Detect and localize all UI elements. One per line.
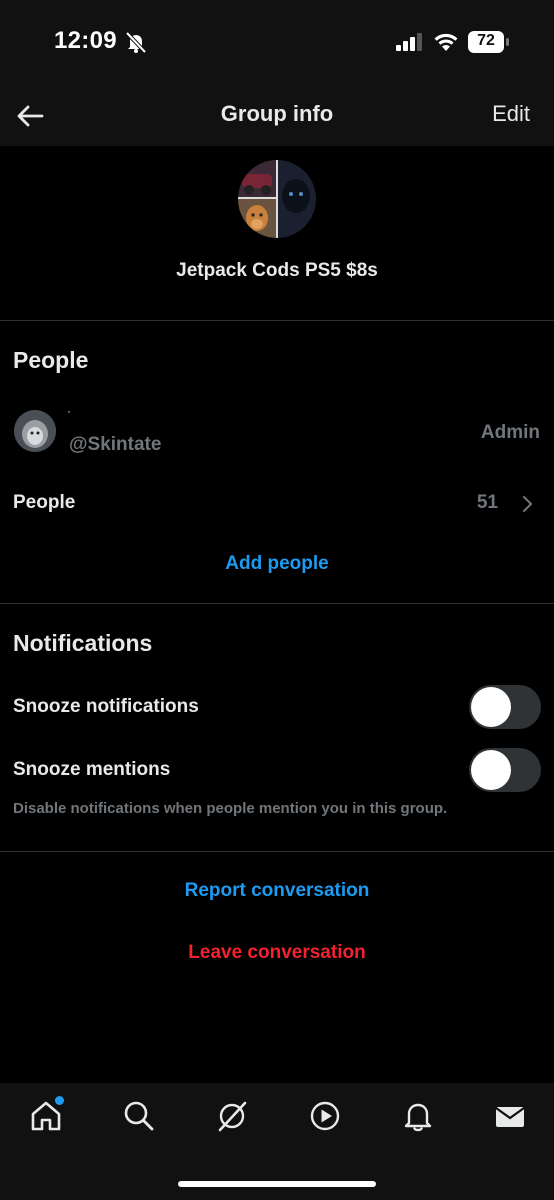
member-avatar-image: [14, 410, 56, 452]
divider: [0, 320, 554, 321]
bell-off-icon: [125, 31, 147, 54]
toggle-knob: [471, 687, 511, 727]
people-section-title: People: [13, 347, 89, 373]
report-conversation-button[interactable]: Report conversation: [0, 880, 554, 902]
snooze-notifications-label: Snooze notifications: [13, 696, 199, 717]
toggle-knob: [471, 750, 511, 790]
play-icon[interactable]: [308, 1099, 342, 1133]
people-row-label: People: [13, 492, 76, 513]
home-indicator[interactable]: [178, 1181, 376, 1187]
member-avatar[interactable]: [14, 410, 56, 452]
group-name: Jetpack Cods PS5 $8s: [176, 260, 378, 281]
leave-conversation-button[interactable]: Leave conversation: [0, 942, 554, 964]
wifi-icon: [434, 33, 458, 51]
divider: [0, 851, 554, 852]
battery-level: 72: [477, 32, 495, 49]
member-handle: @Skintate: [69, 434, 162, 455]
status-bar: 12:09 72: [0, 0, 554, 84]
member-name: ·: [67, 404, 71, 418]
snooze-notifications-toggle[interactable]: [469, 685, 541, 729]
nav-bar: Group info Edit: [0, 84, 554, 146]
grok-icon[interactable]: [215, 1099, 249, 1133]
edit-button[interactable]: Edit: [492, 101, 530, 127]
signal-icon: [396, 33, 422, 51]
snooze-mentions-toggle[interactable]: [469, 748, 541, 792]
mail-icon[interactable]: [493, 1099, 527, 1133]
group-avatar-collage: [238, 160, 316, 238]
search-icon[interactable]: [122, 1099, 156, 1133]
bell-icon[interactable]: [401, 1099, 435, 1133]
add-people-button[interactable]: Add people: [0, 553, 554, 575]
snooze-mentions-hint: Disable notifications when people mentio…: [13, 800, 448, 817]
home-notification-dot: [55, 1096, 64, 1105]
people-count: 51: [476, 492, 498, 513]
divider: [0, 603, 554, 604]
member-role-badge: Admin: [480, 422, 540, 443]
group-avatar[interactable]: [238, 160, 316, 238]
notifications-section-title: Notifications: [13, 630, 153, 656]
snooze-mentions-label: Snooze mentions: [13, 759, 171, 780]
page-title: Group info: [220, 101, 334, 126]
status-time: 12:09: [54, 27, 117, 54]
chevron-right-icon: [523, 496, 532, 512]
